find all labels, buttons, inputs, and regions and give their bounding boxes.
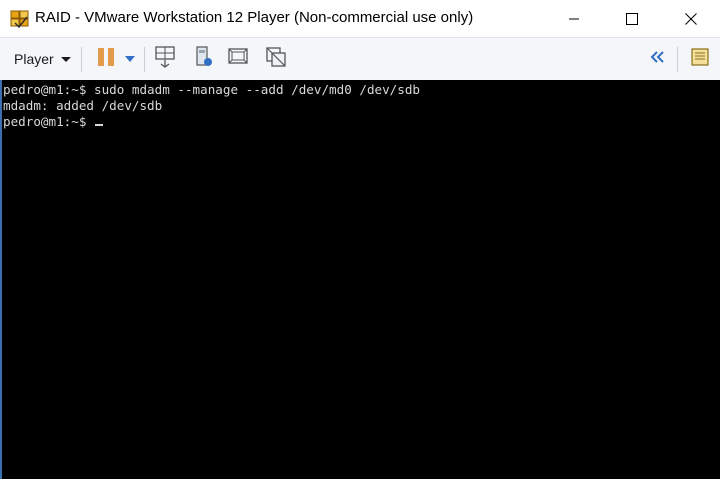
maximize-button[interactable] (603, 0, 661, 37)
unity-button[interactable] (262, 45, 290, 73)
library-button[interactable] (686, 45, 714, 73)
toolbar-divider (144, 47, 145, 72)
chevron-down-icon (60, 56, 71, 62)
player-menu-label: Player (14, 51, 54, 67)
minimize-button[interactable] (545, 0, 603, 37)
removable-devices-icon (191, 45, 215, 74)
title-bar[interactable]: RAID - VMware Workstation 12 Player (Non… (0, 0, 720, 37)
close-button[interactable] (662, 0, 720, 37)
send-ctrl-alt-del-button[interactable] (151, 45, 179, 73)
pause-dropdown-icon (124, 50, 136, 68)
text-cursor (95, 124, 103, 126)
full-screen-button[interactable] (224, 45, 252, 73)
send-ctrl-alt-del-icon (153, 45, 177, 74)
player-menu-button[interactable]: Player (8, 45, 77, 73)
terminal-prompt-line: pedro@m1:~$ (3, 114, 103, 130)
removable-devices-button[interactable] (189, 45, 217, 73)
vmware-player-icon (10, 9, 30, 29)
full-screen-icon (226, 45, 250, 74)
pause-dropdown-button[interactable] (120, 45, 140, 73)
collapse-toolbar-button[interactable] (643, 45, 671, 73)
maximize-icon (626, 12, 638, 25)
library-icon (689, 46, 711, 73)
pause-button[interactable] (92, 45, 120, 73)
terminal-line-command: pedro@m1:~$ sudo mdadm --manage --add /d… (3, 82, 421, 97)
collapse-toolbar-icon (649, 50, 665, 69)
toolbar-divider (81, 47, 82, 72)
close-icon (685, 12, 697, 25)
pause-icon (95, 46, 117, 73)
terminal-prompt: pedro@m1:~$ (3, 114, 94, 129)
window-title: RAID - VMware Workstation 12 Player (Non… (35, 9, 474, 26)
vm-console-screen[interactable]: pedro@m1:~$ sudo mdadm --manage --add /d… (0, 80, 720, 479)
unity-icon (264, 45, 288, 74)
player-toolbar: Player (0, 37, 720, 80)
minimize-icon (568, 13, 580, 25)
toolbar-divider (677, 47, 678, 72)
terminal-line-output: mdadm: added /dev/sdb (3, 98, 163, 113)
